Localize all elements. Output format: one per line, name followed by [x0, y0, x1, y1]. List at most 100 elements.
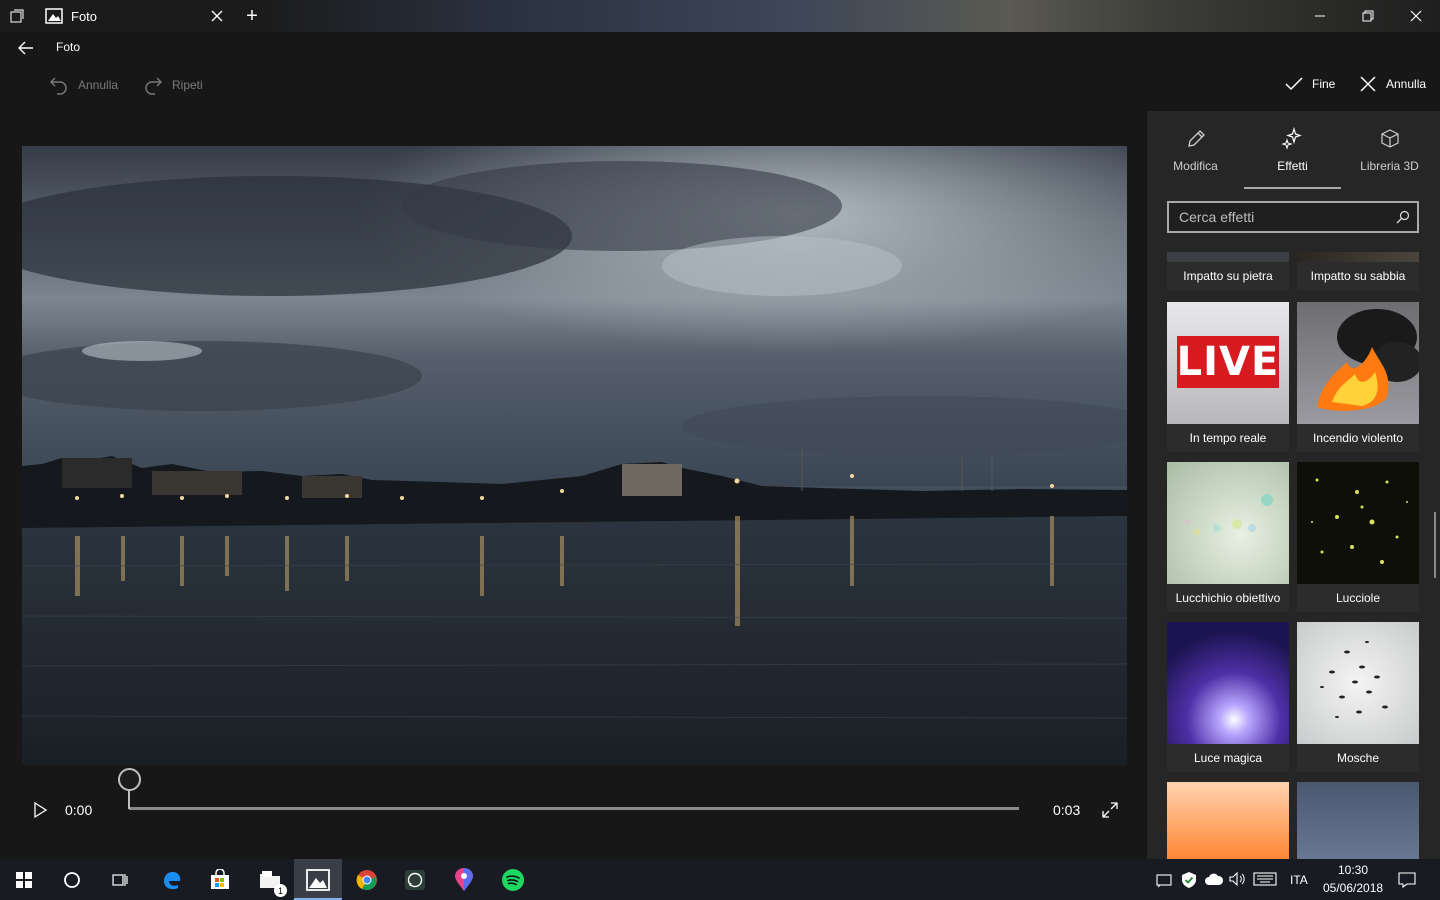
current-time: 0:00 [65, 802, 93, 818]
effect-impatto-pietra[interactable]: Impatto su pietra [1167, 252, 1289, 290]
maps-button[interactable] [440, 859, 488, 900]
new-tab-button[interactable]: + [238, 0, 266, 32]
security-shield-icon[interactable] [1181, 871, 1197, 889]
clock-time[interactable]: 10:30 [1338, 863, 1368, 877]
photos-taskbar-button[interactable] [294, 859, 342, 900]
redo-label: Ripeti [172, 78, 203, 92]
edge-icon [164, 871, 181, 889]
close-icon [1360, 76, 1376, 92]
whatsapp-icon [405, 869, 425, 890]
expand-icon[interactable] [1100, 800, 1120, 820]
app-title: Foto [56, 40, 81, 54]
photos-tab-icon [45, 8, 63, 24]
effect-thumbnail [1167, 252, 1289, 262]
store-icon [211, 868, 229, 889]
maps-icon [455, 867, 473, 891]
live-text: LIVE [1176, 339, 1280, 385]
effect-label: Lucciole [1297, 584, 1419, 612]
effect-thumbnail [1297, 622, 1419, 744]
taskbar: 1 ITA 10:30 05/06/2018 [0, 859, 1440, 900]
back-arrow-icon[interactable] [14, 36, 38, 60]
video-preview[interactable] [22, 146, 1127, 765]
task-view-button[interactable] [96, 859, 144, 900]
effect-mosche[interactable]: Mosche [1297, 622, 1419, 772]
redo-button[interactable]: Ripeti [142, 74, 203, 96]
minimize-button[interactable] [1296, 0, 1344, 32]
effect-thumbnail [1297, 782, 1419, 859]
seek-bar[interactable] [129, 807, 1019, 810]
effects-panel: Modifica Effetti Libreria 3D Cerca effet… [1147, 111, 1440, 859]
edge-button[interactable] [148, 859, 196, 900]
effect-label: Impatto su sabbia [1297, 262, 1419, 290]
clock-date[interactable]: 05/06/2018 [1323, 881, 1383, 895]
tab-libreria-label: Libreria 3D [1360, 159, 1419, 173]
action-center-icon[interactable] [1398, 871, 1416, 889]
effect-in-tempo-reale[interactable]: LIVE In tempo reale [1167, 302, 1289, 452]
effect-thumbnail [1297, 302, 1419, 424]
cancel-label: Annulla [1386, 77, 1427, 91]
tabs-icon [10, 9, 24, 23]
effect-incendio-violento[interactable]: Incendio violento [1297, 302, 1419, 452]
whatsapp-button[interactable] [391, 859, 439, 900]
tab-effetti-label: Effetti [1277, 159, 1308, 173]
effect-thumbnail [1167, 622, 1289, 744]
effect-label: In tempo reale [1167, 424, 1289, 452]
chrome-button[interactable] [343, 859, 391, 900]
tab-modifica[interactable]: Modifica [1147, 127, 1244, 187]
task-view-icon [112, 873, 128, 886]
effect-luce-magica[interactable]: Luce magica [1167, 622, 1289, 772]
checkmark-icon [1285, 77, 1303, 91]
seek-thumb[interactable] [118, 768, 141, 791]
done-button[interactable]: Fine [1284, 74, 1335, 94]
effect-thumbnail-partial[interactable] [1167, 782, 1289, 859]
volume-icon[interactable] [1228, 871, 1246, 887]
undo-label: Annulla [78, 78, 119, 92]
photos-icon [306, 868, 330, 891]
windows-start-icon [16, 871, 32, 888]
cancel-button[interactable]: Annulla [1358, 74, 1426, 94]
tab-modifica-label: Modifica [1173, 159, 1218, 173]
panel-scrollbar[interactable] [1434, 512, 1436, 578]
close-window-button[interactable] [1392, 0, 1440, 32]
done-label: Fine [1312, 77, 1336, 91]
effect-label: Incendio violento [1297, 424, 1419, 452]
redo-icon [145, 77, 162, 95]
close-icon [1410, 10, 1422, 22]
file-explorer-button[interactable]: 1 [246, 859, 294, 900]
restore-icon [1362, 10, 1374, 22]
photos-app: Foto Annulla Ripeti Fine Annulla 0:00 0:… [0, 32, 1440, 859]
search-icon[interactable] [1395, 209, 1411, 225]
chrome-icon [356, 869, 377, 890]
effect-lucchichio-obiettivo[interactable]: Lucchichio obiettivo [1167, 462, 1289, 612]
tablet-mode-icon[interactable] [1156, 872, 1174, 888]
close-tab-icon[interactable] [211, 10, 223, 22]
duration: 0:03 [1053, 802, 1081, 818]
effect-impatto-sabbia[interactable]: Impatto su sabbia [1297, 252, 1419, 290]
play-icon[interactable] [30, 800, 50, 820]
window-tab[interactable]: Foto [35, 0, 234, 32]
store-button[interactable] [196, 859, 244, 900]
effect-thumbnail-partial[interactable] [1297, 782, 1419, 859]
undo-button[interactable]: Annulla [48, 74, 118, 96]
cortana-button[interactable] [48, 859, 96, 900]
cube-icon [1380, 129, 1399, 148]
tab-list-button[interactable] [0, 0, 34, 32]
start-button[interactable] [0, 859, 48, 900]
pencil-icon [1187, 130, 1205, 147]
effect-thumbnail [1297, 252, 1419, 262]
keyboard-icon[interactable] [1253, 872, 1277, 886]
effect-lucciole[interactable]: Lucciole [1297, 462, 1419, 612]
search-effects-field[interactable]: Cerca effetti [1167, 201, 1419, 233]
undo-icon [50, 77, 67, 95]
language-indicator[interactable]: ITA [1290, 873, 1308, 887]
tab-effetti[interactable]: Effetti [1244, 127, 1341, 187]
onedrive-cloud-icon[interactable] [1204, 872, 1224, 886]
minimize-icon [1315, 15, 1325, 17]
effect-thumbnail [1297, 462, 1419, 584]
effect-thumbnail [1167, 462, 1289, 584]
effect-label: Impatto su pietra [1167, 262, 1289, 290]
search-placeholder: Cerca effetti [1179, 209, 1255, 225]
spotify-button[interactable] [489, 859, 537, 900]
restore-button[interactable] [1344, 0, 1392, 32]
tab-libreria-3d[interactable]: Libreria 3D [1341, 127, 1438, 187]
